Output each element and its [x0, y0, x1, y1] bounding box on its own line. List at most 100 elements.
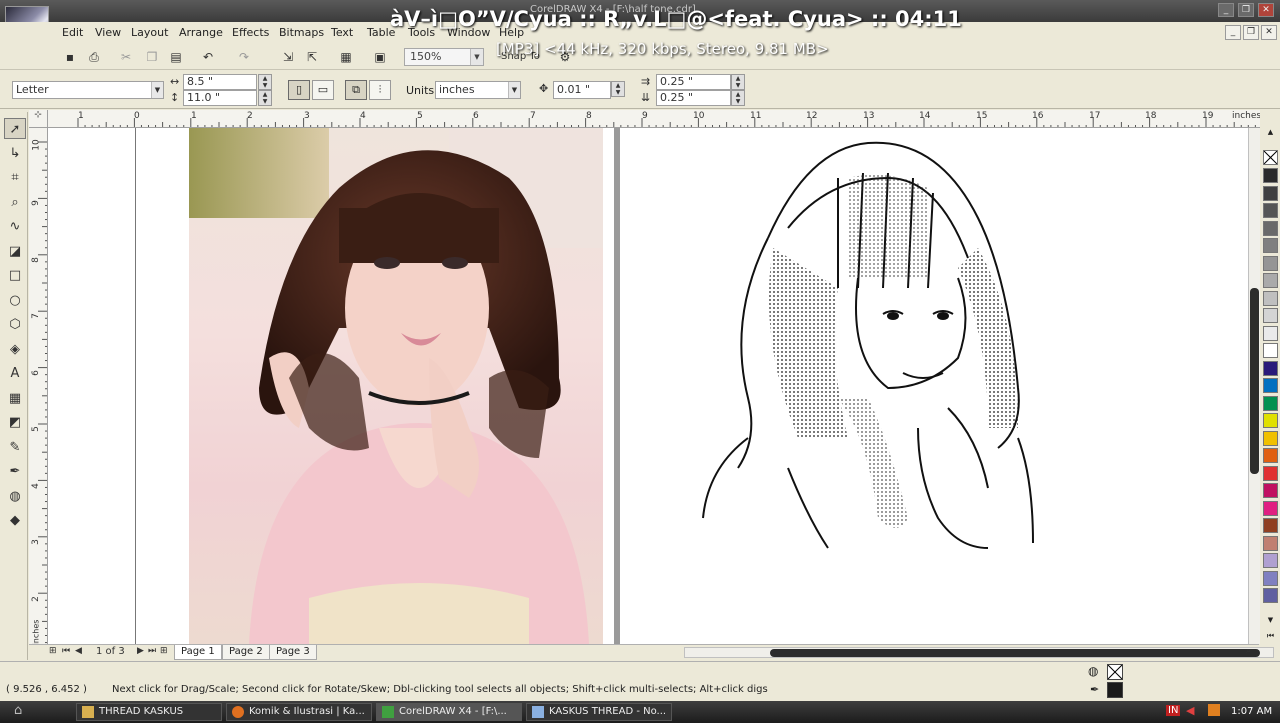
color-swatch[interactable]	[1263, 448, 1278, 463]
node-edit-icon[interactable]: ↳	[4, 143, 26, 164]
export-icon[interactable]: ⇱	[302, 48, 322, 66]
application-launcher-icon[interactable]: ▦	[336, 48, 356, 66]
color-swatch[interactable]	[1263, 168, 1278, 183]
freehand-icon[interactable]: ∿	[4, 216, 26, 237]
ruler-origin[interactable]: ⊹	[29, 110, 48, 128]
duplicate-y-input[interactable]: 0.25 "	[656, 90, 731, 106]
cut-icon[interactable]: ✂	[116, 48, 136, 66]
prev-page-icon[interactable]: ◀	[75, 646, 82, 656]
zoom-level-combo[interactable]: 150% ▼	[404, 48, 484, 66]
redo-icon[interactable]: ↷	[234, 48, 254, 66]
table-icon[interactable]: ▦	[4, 388, 26, 409]
color-swatch[interactable]	[1263, 378, 1278, 393]
photo-bitmap[interactable]	[189, 128, 603, 644]
page-width-input[interactable]: 8.5 "	[183, 74, 257, 90]
taskbar-item-kaskus-notepad[interactable]: KASKUS THREAD - No...	[526, 703, 672, 721]
color-swatch[interactable]	[1263, 308, 1278, 323]
welcome-screen-icon[interactable]: ▣	[370, 48, 390, 66]
color-swatch[interactable]	[1263, 325, 1278, 341]
restore-button[interactable]: ❐	[1238, 3, 1254, 17]
magnifier-icon[interactable]: ⌕	[4, 192, 26, 213]
paper-size-select[interactable]: Letter ▼	[12, 81, 164, 99]
fill-indicator[interactable]	[1107, 664, 1123, 680]
color-swatch[interactable]	[1263, 570, 1278, 586]
menu-bitmaps[interactable]: Bitmaps	[279, 26, 324, 39]
import-icon[interactable]: ⇲	[278, 48, 298, 66]
duplicate-x-spinner[interactable]: ▲ ▼	[731, 74, 745, 90]
polygon-icon[interactable]: ⬡	[4, 314, 26, 335]
arrow-icon[interactable]: ◀	[1186, 704, 1194, 717]
language-indicator[interactable]: IN	[1166, 705, 1181, 716]
units-select[interactable]: inches ▼	[435, 81, 521, 99]
duplicate-x-input[interactable]: 0.25 "	[656, 74, 731, 90]
drawing-canvas[interactable]	[48, 128, 1248, 644]
color-swatch[interactable]	[1263, 273, 1278, 288]
color-swatch[interactable]	[1263, 430, 1278, 446]
doc-minimize-button[interactable]: _	[1225, 25, 1241, 40]
outline-indicator[interactable]	[1107, 682, 1123, 698]
start-icon[interactable]: ⌂	[14, 703, 22, 718]
first-page-icon[interactable]: ⏮	[62, 646, 70, 656]
menu-text[interactable]: Text	[331, 26, 353, 39]
nudge-spinner[interactable]: ▲ ▼	[611, 81, 625, 97]
minimize-button[interactable]: _	[1218, 3, 1234, 17]
interactive-blend-icon[interactable]: ◩	[4, 412, 26, 433]
zoom-navigator-icon[interactable]: ⌕	[1246, 646, 1251, 656]
height-spinner[interactable]: ▲ ▼	[258, 90, 272, 106]
color-swatch[interactable]	[1263, 413, 1278, 428]
color-swatch[interactable]	[1263, 290, 1278, 306]
color-swatch[interactable]	[1263, 360, 1278, 376]
landscape-button[interactable]: ▭	[312, 80, 334, 100]
vertical-scrollbar[interactable]	[1248, 128, 1260, 644]
page-height-input[interactable]: 11.0 "	[183, 90, 257, 106]
taskbar-item-thread-kaskus[interactable]: THREAD KASKUS	[76, 703, 222, 721]
color-swatch[interactable]	[1263, 238, 1278, 253]
color-swatch[interactable]	[1263, 185, 1278, 201]
interactive-fill-icon[interactable]: ◆	[4, 510, 26, 531]
next-page-icon[interactable]: ▶	[137, 646, 144, 656]
color-swatch[interactable]	[1263, 518, 1278, 533]
color-swatch[interactable]	[1263, 395, 1278, 411]
taskbar-item-coreldraw[interactable]: CorelDRAW X4 - [F:\...	[376, 703, 522, 721]
outline-pen-icon[interactable]: ✒	[4, 461, 26, 482]
portrait-button[interactable]: ▯	[288, 80, 310, 100]
color-swatch[interactable]	[1263, 500, 1278, 516]
doc-restore-button[interactable]: ❐	[1243, 25, 1259, 40]
crop-icon[interactable]: ⌗	[4, 167, 26, 188]
color-swatch[interactable]	[1263, 465, 1278, 481]
copy-icon[interactable]: ❐	[142, 48, 162, 66]
print-icon[interactable]: ⎙	[84, 48, 104, 66]
save-icon[interactable]: ▪	[60, 48, 80, 66]
menu-view[interactable]: View	[95, 26, 121, 39]
media-player-icon[interactable]	[1208, 704, 1220, 716]
page-tab-1[interactable]: Page 1	[174, 645, 222, 660]
vertical-ruler[interactable]: 10 9 8 7 6 5 4 3 2 inches	[29, 128, 48, 644]
add-page-icon[interactable]: ⊞	[49, 646, 57, 656]
horizontal-ruler[interactable]: 1 0 1 2 3 4 5 6 7 8 9 10 11 12 13 14 15 …	[48, 110, 1260, 128]
color-swatch[interactable]	[1263, 553, 1278, 568]
halftone-sketch[interactable]	[688, 138, 1038, 558]
ellipse-icon[interactable]: ○	[4, 290, 26, 311]
color-swatch[interactable]	[1263, 343, 1278, 358]
page-tab-3[interactable]: Page 3	[269, 645, 317, 660]
paste-icon[interactable]: ▤	[166, 48, 186, 66]
color-swatch[interactable]	[1263, 535, 1278, 551]
arrow-pointer-icon[interactable]: ➚	[4, 118, 26, 139]
horizontal-scroll-thumb[interactable]	[770, 649, 1260, 657]
add-page-after-icon[interactable]: ⊞	[160, 646, 168, 656]
basic-shapes-icon[interactable]: ◈	[4, 339, 26, 360]
menu-arrange[interactable]: Arrange	[179, 26, 223, 39]
last-page-icon[interactable]: ⏭	[148, 646, 156, 656]
duplicate-y-spinner[interactable]: ▲ ▼	[731, 90, 745, 106]
doc-close-button[interactable]: ✕	[1261, 25, 1277, 40]
horizontal-scrollbar[interactable]	[684, 647, 1274, 658]
fill-bucket-icon[interactable]: ◍	[4, 486, 26, 507]
no-fill-swatch[interactable]	[1263, 150, 1278, 165]
palette-scroll-up-icon[interactable]: ▲	[1263, 128, 1278, 140]
palette-flyout-icon[interactable]: ⏮	[1263, 631, 1278, 643]
menu-layout[interactable]: Layout	[131, 26, 168, 39]
width-spinner[interactable]: ▲ ▼	[258, 74, 272, 90]
color-swatch[interactable]	[1263, 255, 1278, 271]
eyedropper-icon[interactable]: ✎	[4, 437, 26, 458]
color-swatch[interactable]	[1263, 483, 1278, 498]
